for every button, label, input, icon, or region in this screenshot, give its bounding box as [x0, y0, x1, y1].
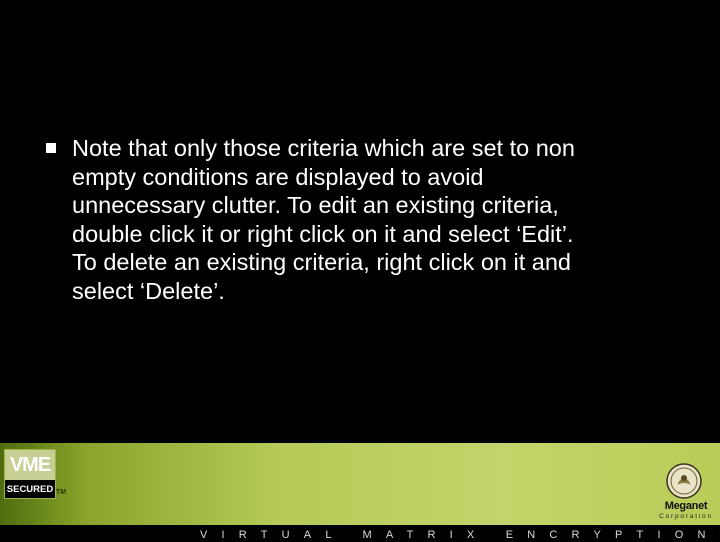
vme-trademark: TM: [56, 489, 66, 496]
tagline-text: VIRTUAL MATRIX ENCRYPTION: [200, 529, 720, 541]
bullet-line: Note that only those criteria which are …: [72, 134, 682, 163]
bullet-text: Note that only those criteria which are …: [72, 134, 682, 305]
meganet-seal-icon: [666, 463, 702, 499]
footer-band: [0, 443, 720, 525]
meganet-logo-name: Meganet: [654, 500, 718, 512]
bullet-line: double click it or right click on it and…: [72, 220, 682, 249]
vme-logo-text: VME: [5, 450, 55, 480]
vme-secured-logo: VME SECURED: [4, 449, 56, 499]
bullet-line: select ‘Delete’.: [72, 277, 682, 306]
bullet-square-icon: [46, 143, 56, 153]
bullet-line: empty conditions are displayed to avoid: [72, 163, 682, 192]
vme-logo-secured-text: SECURED: [5, 481, 55, 498]
bullet-line: To delete an existing criteria, right cl…: [72, 248, 682, 277]
meganet-logo-subtitle: Corporation: [654, 513, 718, 521]
bullet-line: unnecessary clutter. To edit an existing…: [72, 191, 682, 220]
slide: Note that only those criteria which are …: [0, 0, 720, 540]
